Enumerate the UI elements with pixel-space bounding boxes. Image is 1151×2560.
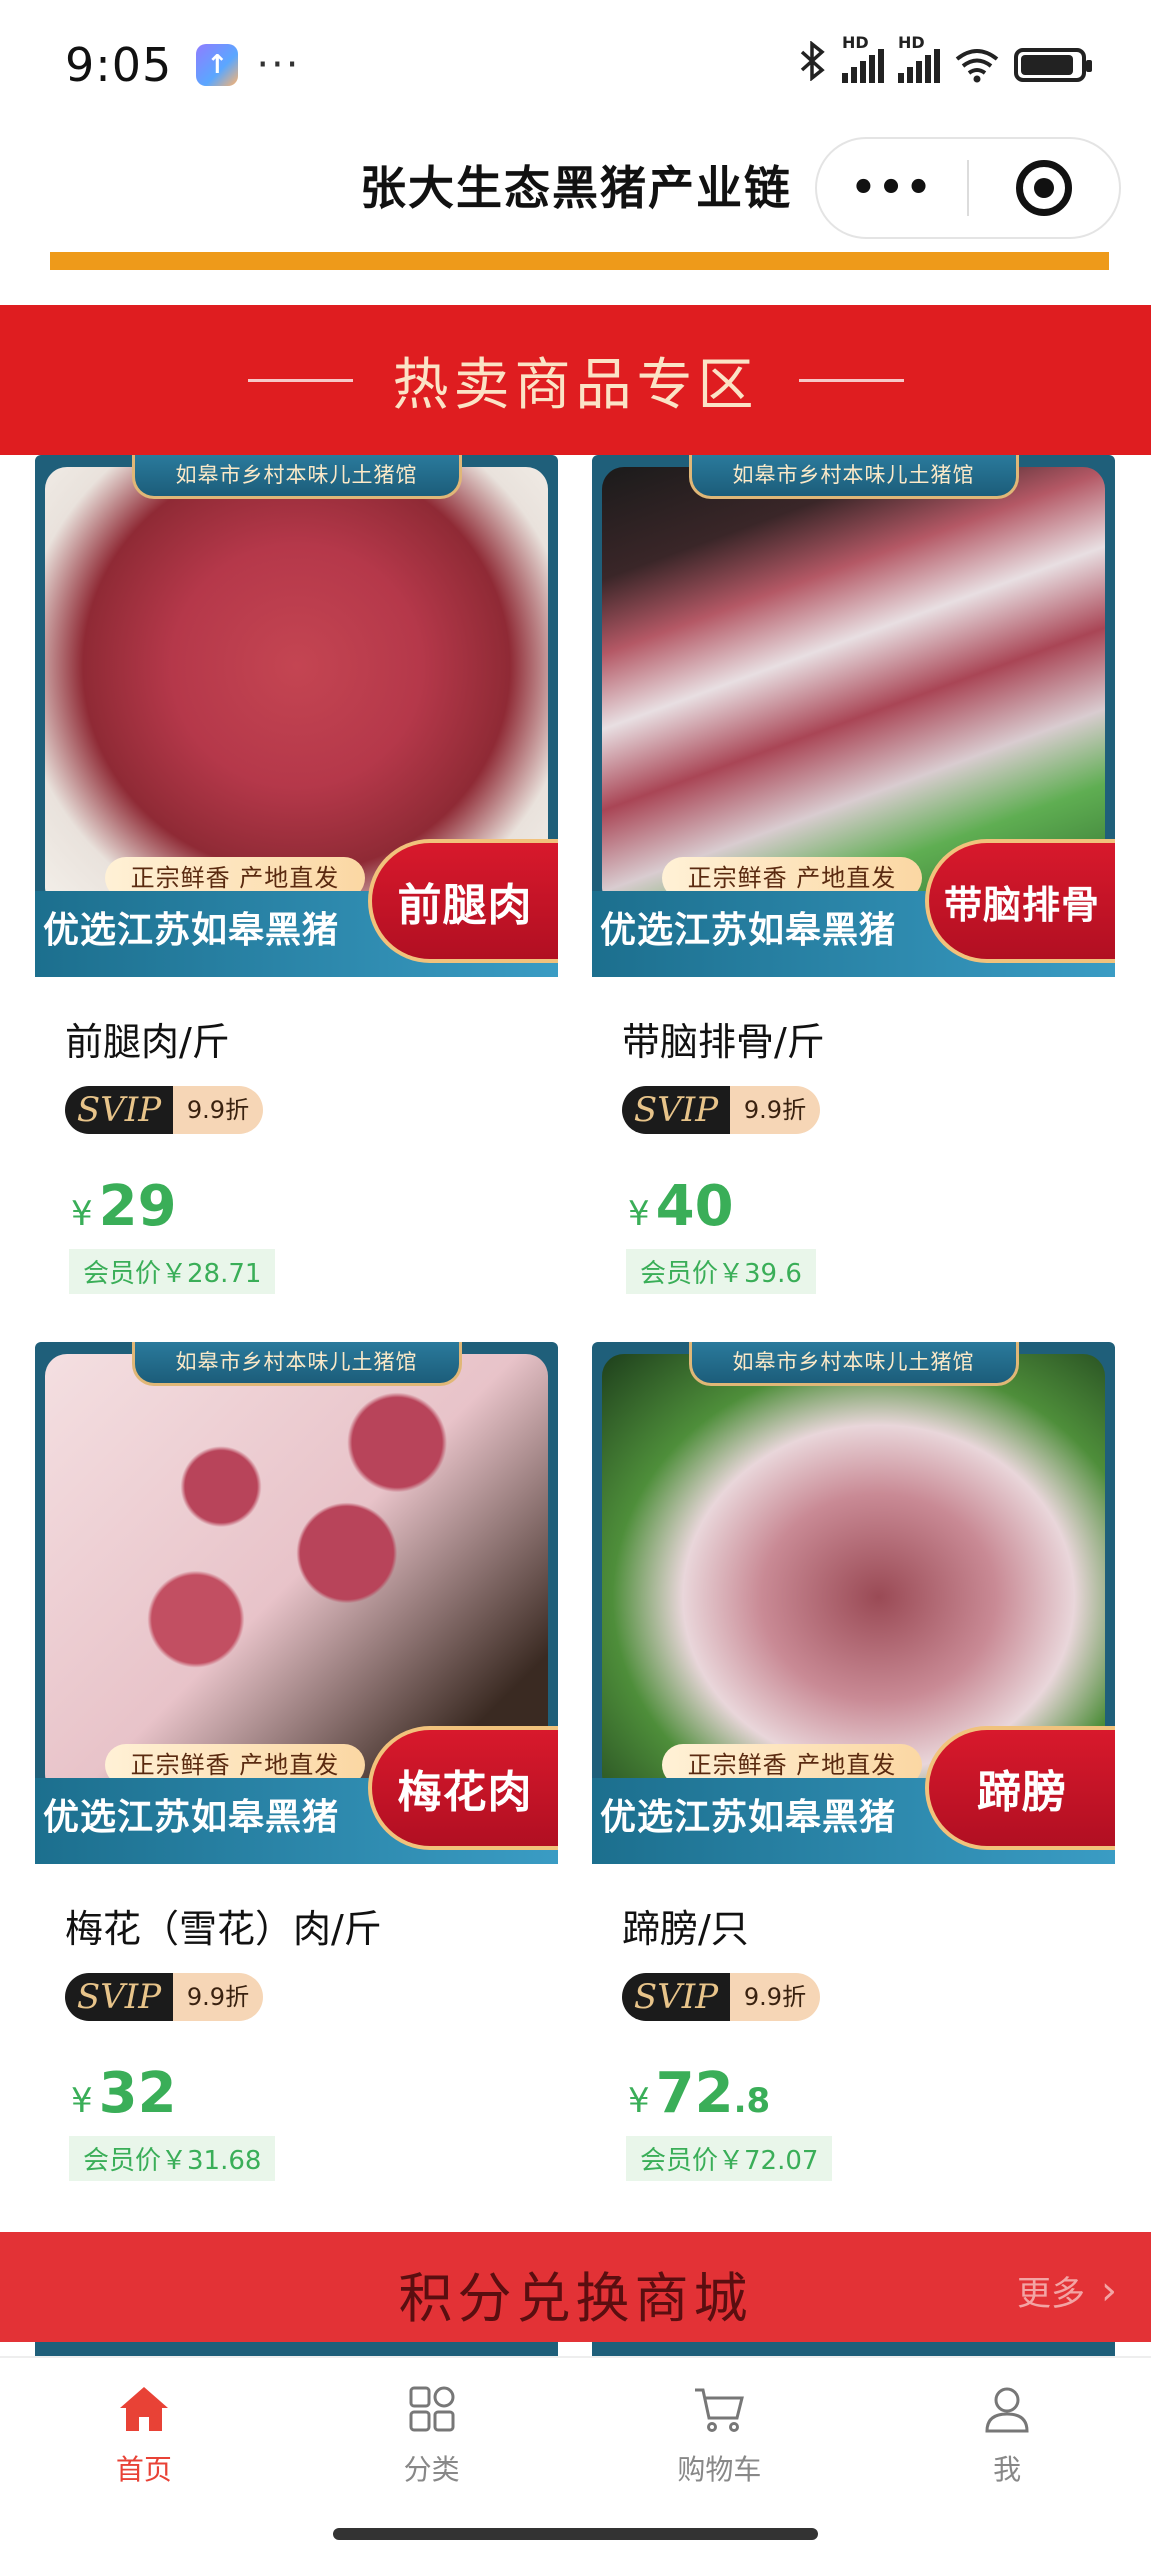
product-price: ¥ 32 (71, 2061, 558, 2126)
svip-badge: SVIP 9.9折 (65, 1086, 558, 1134)
svip-badge: SVIP 9.9折 (65, 1973, 558, 2021)
product-image[interactable]: 如皋市乡村本味儿土猪馆 正宗鲜香 产地直发 优选江苏如皋黑猪 带脑排骨 (592, 455, 1115, 977)
divider-right (798, 378, 904, 382)
cart-icon (692, 2380, 746, 2438)
points-mall-title: 积分兑换商城 (398, 2267, 753, 2330)
home-icon (118, 2380, 170, 2438)
product-name[interactable]: 梅花（雪花）肉/斤 (65, 1898, 558, 1953)
page-title: 张大生态黑猪产业链 (360, 161, 792, 215)
signal-icon: HD (842, 33, 884, 83)
product-card[interactable]: 如皋市乡村本味儿土猪馆 正宗鲜香 产地直发 优选江苏如皋黑猪 前腿肉 前腿肉/斤… (35, 455, 558, 1294)
product-name[interactable]: 前腿肉/斤 (65, 1011, 558, 1066)
price-integer: 29 (98, 1174, 177, 1239)
bluetooth-icon (798, 39, 828, 90)
product-price: ¥ 72 .8 (628, 2061, 1115, 2126)
product-image[interactable]: 如皋市乡村本味儿土猪馆 正宗鲜香 产地直发 优选江苏如皋黑猪 梅花肉 (35, 1342, 558, 1864)
points-mall-banner: 积分兑换商城 更多 › (0, 2232, 1151, 2342)
target-icon (1016, 160, 1072, 216)
product-name[interactable]: 蹄膀/只 (622, 1898, 1115, 1953)
signal-hd-label-2: HD (898, 33, 925, 52)
member-price: 会员价￥39.6 (626, 1249, 816, 1294)
member-price: 会员价￥31.68 (69, 2136, 276, 2181)
tab-cart[interactable]: 购物车 (576, 2358, 864, 2506)
svip-label: SVIP (622, 1973, 730, 2021)
signal-hd-label: HD (842, 33, 869, 52)
shop-name-tag: 如皋市乡村本味儿土猪馆 (131, 1342, 462, 1386)
svip-discount: 9.9折 (173, 1086, 263, 1134)
product-card[interactable]: 如皋市乡村本味儿土猪馆 正宗鲜香 产地直发 优选江苏如皋黑猪 蹄膀 蹄膀/只 S… (592, 1342, 1115, 2181)
price-integer: 32 (98, 2061, 177, 2126)
product-image[interactable]: 如皋市乡村本味儿土猪馆 正宗鲜香 产地直发 优选江苏如皋黑猪 前腿肉 (35, 455, 558, 977)
tab-label: 首页 (115, 2453, 172, 2486)
product-image[interactable]: 如皋市乡村本味儿土猪馆 正宗鲜香 产地直发 优选江苏如皋黑猪 蹄膀 (592, 1342, 1115, 1864)
product-card[interactable]: 如皋市乡村本味儿土猪馆 正宗鲜香 产地直发 优选江苏如皋黑猪 带脑排骨 带脑排骨… (592, 455, 1115, 1294)
bottom-tab-bar: 首页 分类 购物车 我 (0, 2356, 1151, 2506)
product-card[interactable]: 如皋市乡村本味儿土猪馆 正宗鲜香 产地直发 优选江苏如皋黑猪 梅花肉 梅花（雪花… (35, 1342, 558, 2181)
currency-symbol: ¥ (71, 2081, 93, 2121)
tab-label: 购物车 (677, 2453, 762, 2486)
capsule-more-button[interactable]: ••• (817, 165, 967, 211)
battery-icon (1014, 48, 1092, 82)
currency-symbol: ¥ (628, 1194, 650, 1234)
svip-badge: SVIP 9.9折 (622, 1086, 1115, 1134)
svip-label: SVIP (622, 1086, 730, 1134)
member-price: 会员价￥28.71 (69, 1249, 276, 1294)
currency-symbol: ¥ (71, 1194, 93, 1234)
signal-icon-2: HD (898, 33, 940, 83)
more-notifications: ··· (256, 42, 301, 88)
tab-home[interactable]: 首页 (0, 2358, 288, 2506)
points-more-link[interactable]: 更多 › (1017, 2266, 1117, 2315)
battery-level (1021, 55, 1074, 75)
header-accent-strip (50, 252, 1109, 270)
more-label: 更多 (1017, 2274, 1085, 2314)
hot-section-title: 热卖商品专区 (392, 352, 759, 418)
member-price: 会员价￥72.07 (626, 2136, 833, 2181)
svip-discount: 9.9折 (173, 1973, 263, 2021)
svip-label: SVIP (65, 1086, 173, 1134)
product-name-tag: 蹄膀 (925, 1726, 1115, 1850)
price-integer: 40 (655, 1174, 734, 1239)
tab-profile[interactable]: 我 (863, 2358, 1151, 2506)
tab-category[interactable]: 分类 (288, 2358, 576, 2506)
mini-program-capsule: ••• (815, 137, 1121, 239)
wifi-icon (954, 47, 1000, 83)
tab-label: 我 (993, 2453, 1022, 2486)
svip-badge: SVIP 9.9折 (622, 1973, 1115, 2021)
profile-icon (982, 2380, 1032, 2438)
shop-name-tag: 如皋市乡村本味儿土猪馆 (688, 1342, 1019, 1386)
product-name-tag: 梅花肉 (368, 1726, 558, 1850)
svip-discount: 9.9折 (730, 1973, 820, 2021)
shop-name-tag: 如皋市乡村本味儿土猪馆 (131, 455, 462, 499)
product-price: ¥ 29 (71, 1174, 558, 1239)
chevron-right-icon: › (1101, 2267, 1117, 2314)
category-icon (407, 2380, 457, 2438)
svip-label: SVIP (65, 1973, 173, 2021)
product-name[interactable]: 带脑排骨/斤 (622, 1011, 1115, 1066)
status-icons: HD HD (798, 33, 1092, 90)
shop-name-tag: 如皋市乡村本味儿土猪馆 (688, 455, 1019, 499)
home-indicator[interactable] (333, 2528, 818, 2540)
divider-left (247, 378, 353, 382)
status-bar: 9:05 ↑ ··· HD HD (0, 0, 1151, 130)
svip-discount: 9.9折 (730, 1086, 820, 1134)
title-bar: 张大生态黑猪产业链 ••• (0, 130, 1151, 250)
price-decimal: .8 (733, 2081, 771, 2121)
product-price: ¥ 40 (628, 1174, 1115, 1239)
hot-section-banner: 热卖商品专区 (0, 305, 1151, 455)
product-name-tag: 带脑排骨 (925, 839, 1115, 963)
product-name-tag: 前腿肉 (368, 839, 558, 963)
clock: 9:05 (65, 38, 173, 92)
price-integer: 72 (655, 2061, 734, 2126)
app-badge-icon: ↑ (196, 44, 239, 86)
tab-label: 分类 (403, 2453, 460, 2486)
currency-symbol: ¥ (628, 2081, 650, 2121)
capsule-close-button[interactable] (969, 160, 1119, 216)
